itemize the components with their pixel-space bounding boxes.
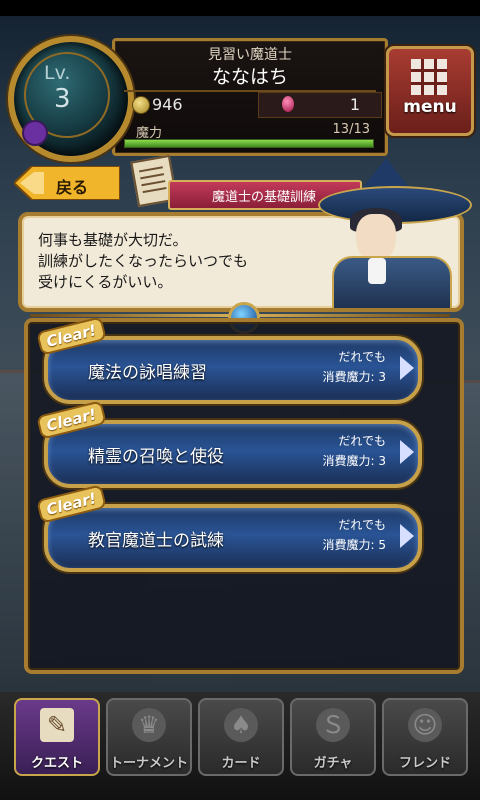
character-robe — [332, 256, 452, 308]
dialog-line: 何事も基礎が大切だ。 — [38, 231, 188, 249]
dialog-line: 受けにくるがいい。 — [38, 273, 173, 291]
tab-label: クエスト — [30, 756, 83, 771]
gacha-icon: Ｓ — [316, 708, 350, 742]
tab-quest[interactable]: ✎ クエスト — [14, 698, 100, 776]
quest-mp-cost: 消費魔力: 5 — [322, 538, 387, 552]
tab-gacha[interactable]: Ｓ ガチャ — [290, 698, 376, 776]
card-icon: ♠ — [224, 708, 258, 742]
tab-friend[interactable]: ☺ フレンド — [382, 698, 468, 776]
quest-eligibility: だれでも — [338, 518, 386, 532]
status-bar — [0, 0, 480, 16]
grid-icon — [411, 59, 447, 95]
quest-mp-cost: 消費魔力: 3 — [322, 370, 387, 384]
tab-label: カード — [221, 756, 261, 771]
arrow-right-icon — [400, 524, 414, 548]
mp-bar — [124, 139, 374, 148]
npc-dialog-text: 何事も基礎が大切だ。 訓練がしたくなったらいつでも 受けにくるがいい。 — [38, 230, 338, 293]
tab-label: トーナメント — [109, 756, 188, 771]
experience-gem-icon — [22, 120, 48, 146]
tab-tournament[interactable]: ♛ トーナメント — [106, 698, 192, 776]
arrow-right-icon — [400, 356, 414, 380]
tab-label: ガチャ — [313, 756, 353, 771]
level-label: Lv. — [44, 62, 71, 84]
character-face — [356, 214, 396, 262]
quest-item[interactable]: Clear! 精霊の召喚と使役 だれでも 消費魔力: 3 — [36, 400, 422, 488]
menu-label: menu — [403, 97, 457, 117]
tab-card[interactable]: ♠ カード — [198, 698, 284, 776]
tournament-icon: ♛ — [132, 708, 166, 742]
level-value: 3 — [54, 84, 71, 114]
player-title: 見習い魔道士 — [208, 47, 292, 63]
gem-icon — [282, 96, 294, 112]
quest-item[interactable]: Clear! 教官魔道士の試練 だれでも 消費魔力: 5 — [36, 484, 422, 572]
player-name: ななはち — [211, 66, 288, 88]
quest-title: 精霊の召喚と使役 — [88, 447, 224, 467]
quest-title: 教官魔道士の試練 — [88, 531, 224, 551]
quest-title: 魔法の詠唱練習 — [88, 363, 207, 383]
quest-mp-cost: 消費魔力: 3 — [322, 454, 387, 468]
friend-icon: ☺ — [408, 708, 442, 742]
quest-scroll-icon: ✎ — [40, 708, 74, 742]
back-label: 戻る — [56, 178, 89, 197]
menu-button[interactable]: menu — [386, 46, 474, 136]
tab-label: フレンド — [398, 756, 451, 771]
coin-icon — [132, 96, 150, 114]
quest-eligibility: だれでも — [338, 350, 386, 364]
character-cravat — [368, 258, 386, 284]
dialog-line: 訓練がしたくなったらいつでも — [38, 252, 249, 270]
mp-bar-fill — [125, 140, 373, 147]
quest-eligibility: だれでも — [338, 434, 386, 448]
gem-count: 1 — [349, 95, 360, 114]
coin-count: 946 — [152, 95, 183, 114]
mp-value: 13/13 — [332, 122, 370, 137]
quest-item[interactable]: Clear! 魔法の詠唱練習 だれでも 消費魔力: 3 — [36, 316, 422, 404]
arrow-right-icon — [400, 440, 414, 464]
